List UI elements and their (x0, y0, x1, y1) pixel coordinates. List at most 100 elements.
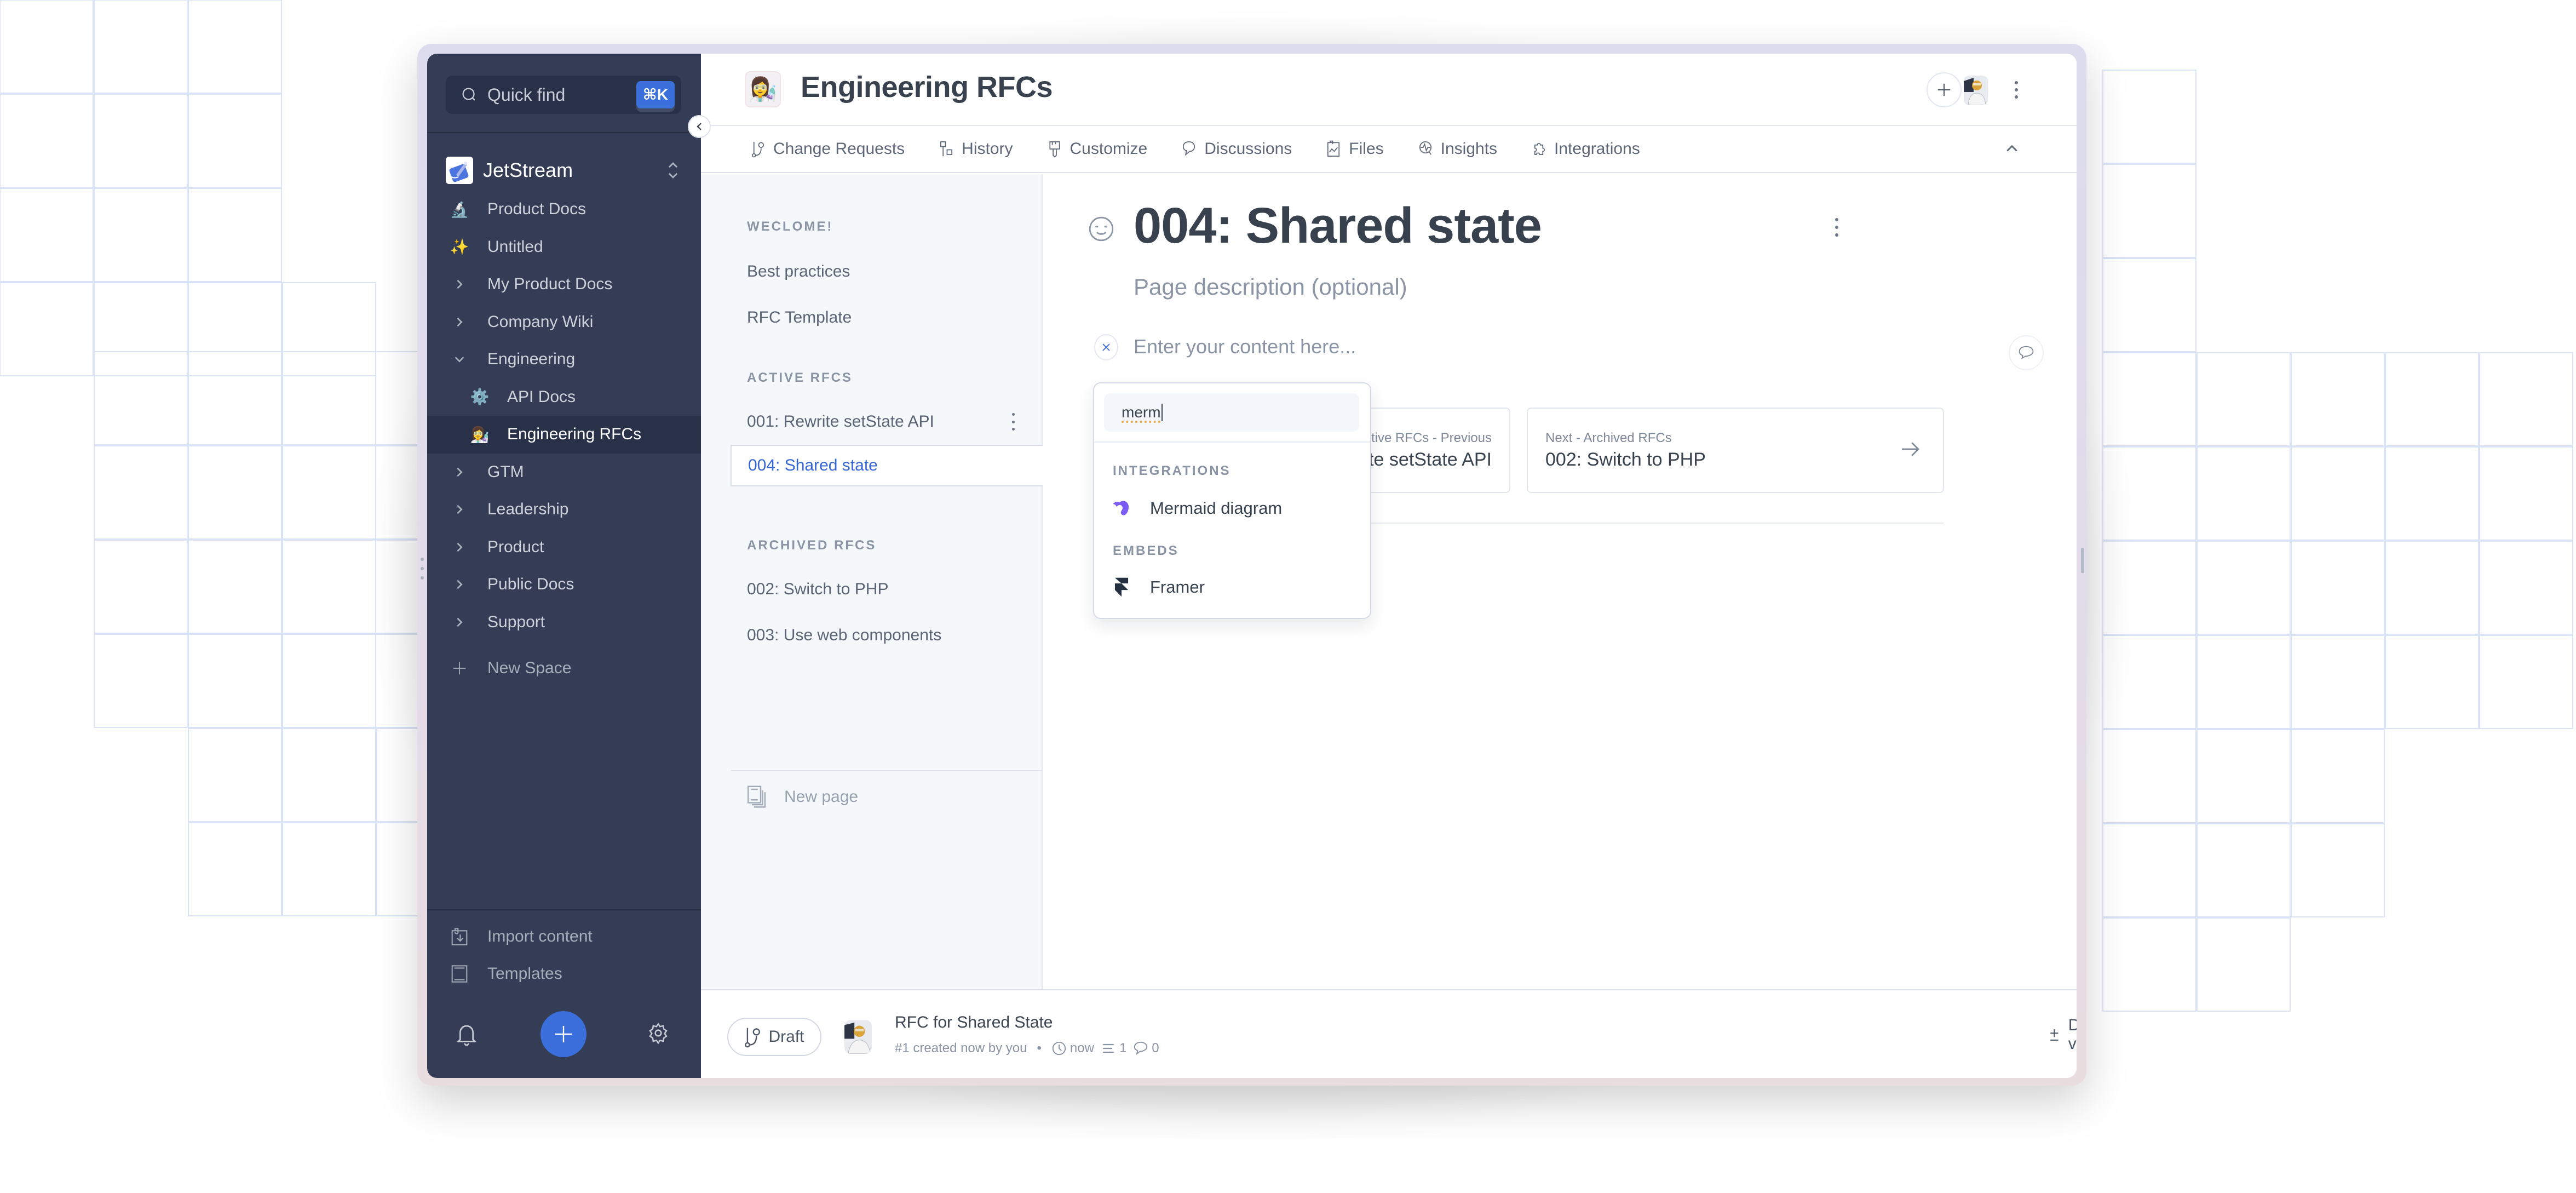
chevron-right-icon[interactable] (451, 464, 468, 480)
sidebar-item-my-product-docs[interactable]: My Product Docs (427, 266, 701, 303)
settings-icon[interactable] (647, 1022, 669, 1044)
grid-cell (188, 822, 282, 916)
tab-change-requests[interactable]: Change Requests (750, 140, 905, 158)
page-link-label: 001: Rewrite setState API (747, 412, 934, 431)
add-collaborator-button[interactable] (1927, 72, 1962, 107)
page-link-004[interactable]: 004: Shared state (731, 445, 1043, 486)
import-content-button[interactable]: Import content (427, 918, 701, 955)
sidebar-item-engineering-rfcs[interactable]: 👩‍🔬 Engineering RFCs (427, 416, 701, 454)
page-link-label: 003: Use web components (747, 626, 942, 644)
sidebar-item-product[interactable]: Product (427, 529, 701, 566)
space-emoji-icon[interactable]: 👩‍🔬 (745, 71, 781, 107)
space-tabs: Change Requests History Customize Discussio… (701, 126, 2077, 173)
sidebar: Quick find ⌘K JetStream 🔬 Product Docs ✨ Un… (427, 54, 701, 1078)
new-space-button[interactable]: New Space (427, 650, 701, 687)
page-link-001[interactable]: 001: Rewrite setState API (731, 401, 1043, 443)
file-chart-icon (1327, 140, 1340, 157)
change-request-title[interactable]: RFC for Shared State (895, 1013, 1053, 1032)
scientist-emoji: 👩‍🔬 (470, 426, 490, 443)
tab-history[interactable]: History (939, 140, 1013, 158)
changes-count: 1 (1119, 1041, 1127, 1056)
updated-time: now (1070, 1041, 1094, 1056)
sidebar-nav: 🔬 Product Docs ✨ Untitled My Product Docs Com… (427, 191, 701, 687)
user-avatar[interactable] (1964, 76, 1988, 105)
tab-files[interactable]: Files (1326, 140, 1384, 158)
chevron-right-icon[interactable] (451, 276, 468, 292)
shortcut-badge: ⌘K (636, 81, 675, 108)
smiley-icon[interactable] (1088, 215, 1115, 243)
tab-integrations[interactable]: Integrations (1531, 140, 1640, 158)
collapse-sidebar-button[interactable] (688, 115, 711, 138)
diff-view-label: Diff view (2068, 1016, 2077, 1053)
page-link-rfc-template[interactable]: RFC Template (731, 297, 1043, 339)
chevron-right-icon[interactable] (451, 576, 468, 593)
grid-cell (2479, 635, 2573, 729)
tab-label: Customize (1070, 140, 1148, 158)
sidebar-item-product-docs[interactable]: 🔬 Product Docs (427, 191, 701, 228)
sidebar-divider (427, 132, 701, 133)
more-options-button[interactable] (2011, 78, 2022, 102)
clock-icon (1052, 1041, 1066, 1056)
page-more-icon[interactable] (1011, 413, 1015, 431)
templates-button[interactable]: Templates (427, 955, 701, 993)
tab-discussions[interactable]: Discussions (1181, 140, 1292, 158)
sidebar-item-gtm[interactable]: GTM (427, 454, 701, 491)
chevron-up-icon[interactable] (2004, 141, 2020, 157)
grid-cell (2479, 541, 2573, 635)
quick-find-button[interactable]: Quick find ⌘K (446, 76, 681, 114)
create-button[interactable] (540, 1011, 586, 1057)
sidebar-item-leadership[interactable]: Leadership (427, 491, 701, 529)
grid-cell (282, 728, 376, 822)
page-link-label: RFC Template (747, 308, 852, 326)
next-card-label: Next - Archived RFCs (1545, 431, 1672, 445)
grid-cell (0, 0, 94, 94)
sidebar-item-untitled[interactable]: ✨ Untitled (427, 228, 701, 266)
insert-option-framer[interactable]: Framer (1111, 571, 1359, 604)
plus-icon (555, 1026, 572, 1042)
chevron-right-icon[interactable] (451, 614, 468, 630)
grid-cell (2196, 635, 2291, 729)
page-options-button[interactable] (1835, 218, 1839, 237)
content-editor-input[interactable]: Enter your content here... (1134, 335, 1356, 358)
chevron-right-icon[interactable] (451, 314, 468, 330)
popover-divider (1094, 441, 1370, 443)
grid-cell (2196, 917, 2291, 1012)
insert-search-input[interactable]: merm (1104, 393, 1359, 432)
page-description-input[interactable]: Page description (optional) (1134, 274, 1407, 300)
changes-icon (1103, 1043, 1114, 1053)
sidebar-item-company-wiki[interactable]: Company Wiki (427, 303, 701, 341)
import-content-label: Import content (487, 927, 593, 945)
page-link-best-practices[interactable]: Best practices (731, 251, 1043, 292)
add-comment-button[interactable] (2009, 335, 2044, 370)
draft-status-button[interactable]: Draft (727, 1018, 821, 1056)
group-heading-embeds: EMBEDS (1113, 543, 1179, 558)
tab-insights[interactable]: Insights (1418, 140, 1497, 158)
insert-option-mermaid[interactable]: Mermaid diagram (1111, 492, 1359, 525)
close-insert-button[interactable] (1094, 334, 1118, 360)
space-switcher[interactable]: JetStream (446, 155, 681, 186)
history-icon (940, 141, 953, 157)
tab-customize[interactable]: Customize (1047, 140, 1148, 158)
window-resize-handle[interactable] (2081, 548, 2084, 573)
sidebar-item-label: Engineering (487, 350, 576, 369)
sidebar-item-public-docs[interactable]: Public Docs (427, 566, 701, 604)
sidebar-item-support[interactable]: Support (427, 604, 701, 641)
next-page-card[interactable]: Next - Archived RFCs 002: Switch to PHP (1527, 408, 1944, 493)
grid-cell (282, 445, 376, 540)
chevron-right-icon[interactable] (451, 501, 468, 518)
chevron-down-icon[interactable] (451, 351, 468, 368)
page-link-002[interactable]: 002: Switch to PHP (731, 569, 1043, 610)
page-link-003[interactable]: 003: Use web components (731, 615, 1043, 656)
resize-handle[interactable] (419, 558, 425, 580)
chevron-right-icon[interactable] (451, 539, 468, 555)
tab-label: Files (1349, 140, 1384, 158)
text-caret (1161, 404, 1163, 421)
bell-icon[interactable] (456, 1022, 478, 1046)
sidebar-item-engineering[interactable]: Engineering (427, 341, 701, 378)
sidebar-item-api-docs[interactable]: ⚙️ API Docs (427, 378, 701, 416)
page-navigation: WECLOME! Best practices RFC Template ACT… (701, 174, 1043, 989)
page-title[interactable]: 004: Shared state (1134, 197, 1542, 255)
new-page-button[interactable]: New page (747, 783, 858, 811)
new-space-label: New Space (487, 659, 572, 678)
section-heading: ACTIVE RFCS (747, 370, 853, 385)
